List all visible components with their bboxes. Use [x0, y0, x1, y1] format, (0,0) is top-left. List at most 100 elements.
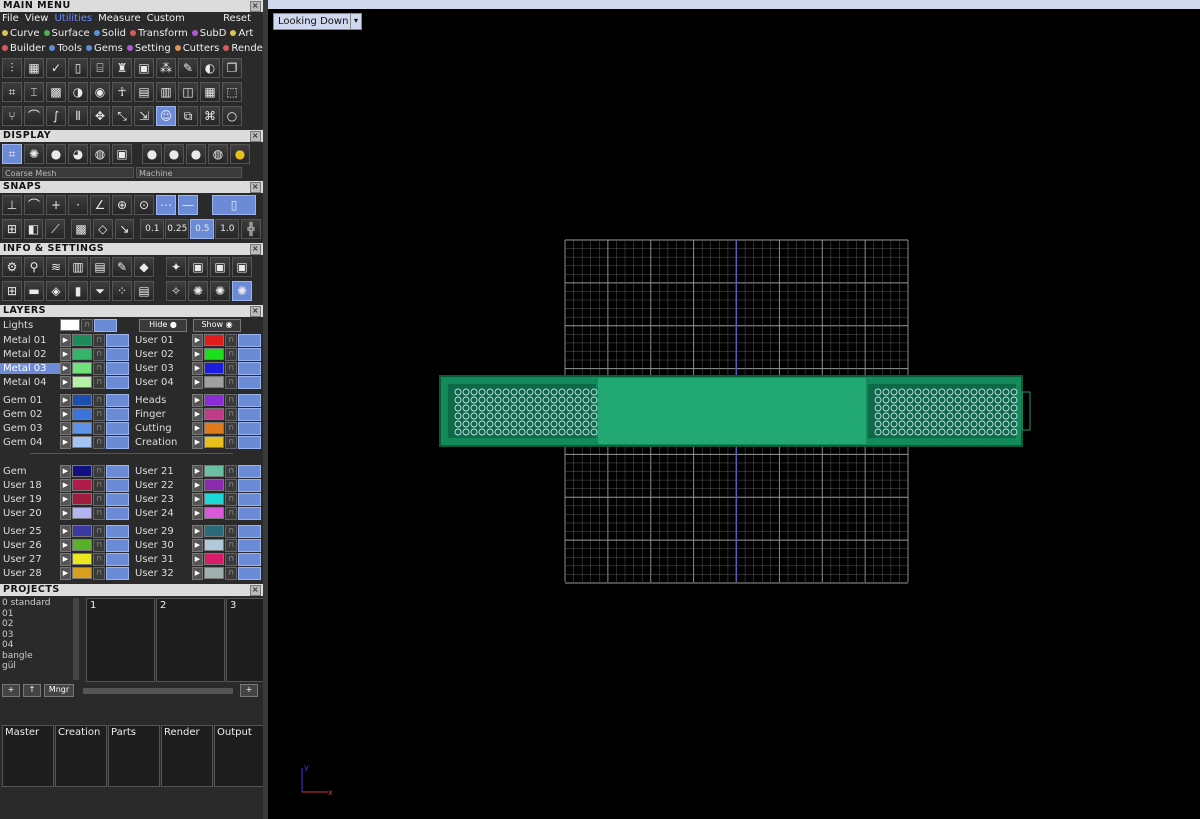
layer-color-swatch[interactable]	[72, 394, 92, 406]
layer-row[interactable]: User 32 ▶ ⊓	[132, 566, 262, 580]
expand-arrow-icon[interactable]: ▶	[60, 333, 71, 347]
layer-name[interactable]: Cutting	[132, 423, 192, 434]
layer-row[interactable]: User 03 ▶ ⊓	[132, 361, 262, 375]
menu-measure[interactable]: Measure	[98, 12, 141, 26]
light3-icon[interactable]: ✺	[232, 281, 252, 301]
layer-color-swatch[interactable]	[72, 525, 92, 537]
lights-visibility-button[interactable]	[94, 318, 117, 332]
module-row1-5[interactable]: Art	[230, 26, 253, 41]
layer-visibility-button[interactable]	[106, 421, 129, 435]
layer-row[interactable]: Metal 02 ▶ ⊓	[0, 347, 130, 361]
metal-ball-3-icon[interactable]: ●	[186, 144, 206, 164]
close-icon[interactable]: ×	[250, 585, 261, 596]
layer-visibility-button[interactable]	[238, 333, 261, 347]
lock-icon[interactable]: ⊓	[225, 375, 237, 389]
expand-arrow-icon[interactable]: ▶	[60, 407, 71, 421]
lock-icon[interactable]: ⊓	[93, 393, 105, 407]
layer-visibility-button[interactable]	[106, 492, 129, 506]
metal-ball-2-icon[interactable]: ●	[164, 144, 184, 164]
layer-color-swatch[interactable]	[204, 479, 224, 491]
layer-name[interactable]: Metal 01	[0, 335, 60, 346]
lock-icon[interactable]: ⊓	[93, 435, 105, 449]
hide-button[interactable]: Hide ●	[139, 318, 187, 332]
layer-visibility-button[interactable]	[238, 478, 261, 492]
layer-row[interactable]: User 26 ▶ ⊓	[0, 538, 130, 552]
gold-ball-icon[interactable]: ●	[230, 144, 250, 164]
layer-color-swatch[interactable]	[204, 567, 224, 579]
material-select[interactable]: Machine	[136, 167, 242, 178]
layer-row[interactable]: User 04 ▶ ⊓	[132, 375, 262, 389]
layer-row[interactable]: Gem 03 ▶ ⊓	[0, 421, 130, 435]
layer-name[interactable]: User 27	[0, 554, 60, 565]
tiles-icon[interactable]: ▦	[200, 82, 220, 102]
search-icon[interactable]: ⚲	[24, 257, 44, 277]
layer-color-swatch[interactable]	[204, 436, 224, 448]
close-icon[interactable]: ×	[250, 244, 261, 255]
lock-icon[interactable]: ⊓	[93, 538, 105, 552]
metal-ball-1-icon[interactable]: ●	[142, 144, 162, 164]
module-row2-3[interactable]: Setting	[126, 41, 171, 56]
expand-arrow-icon[interactable]: ▶	[60, 524, 71, 538]
project-card-1[interactable]: 1	[86, 598, 155, 682]
layer-visibility-button[interactable]	[106, 478, 129, 492]
panel-2[interactable]: Parts	[108, 725, 160, 787]
layer-visibility-button[interactable]	[238, 407, 261, 421]
layer-visibility-button[interactable]	[238, 524, 261, 538]
snap-axis-icon[interactable]: ↘	[114, 219, 135, 239]
snap-point-icon[interactable]: ·	[68, 195, 88, 215]
lock-icon[interactable]: ⊓	[225, 393, 237, 407]
note-icon[interactable]: ✎	[112, 257, 132, 277]
lock-icon[interactable]: ⊓	[93, 506, 105, 520]
crosshair-icon[interactable]: ╬	[241, 219, 262, 239]
lock-icon[interactable]: ⊓	[93, 333, 105, 347]
expand-arrow-icon[interactable]: ▶	[60, 375, 71, 389]
layer-row[interactable]: Cutting ▶ ⊓	[132, 421, 262, 435]
box-icon[interactable]: ⬚	[222, 82, 242, 102]
eye-icon[interactable]: ◉	[90, 82, 110, 102]
snap-end-icon[interactable]: ⊥	[2, 195, 22, 215]
add-card-button[interactable]: +	[240, 684, 258, 697]
layer-visibility-button[interactable]	[106, 524, 129, 538]
windows-icon[interactable]: ⊞	[2, 281, 22, 301]
layer-color-swatch[interactable]	[204, 553, 224, 565]
layer-color-swatch[interactable]	[204, 334, 224, 346]
layer-name[interactable]: User 04	[132, 377, 192, 388]
split-icon[interactable]: ⧉	[178, 106, 198, 126]
lock-icon[interactable]: ⊓	[225, 478, 237, 492]
lock-icon[interactable]: ⊓	[225, 566, 237, 580]
close-icon[interactable]: ×	[250, 1, 261, 12]
layer-name[interactable]: User 32	[132, 568, 192, 579]
layer-name[interactable]: Metal 03	[0, 362, 60, 374]
snap-curve-icon[interactable]: ⌒	[24, 195, 44, 215]
snap-circle-icon[interactable]: ⊕	[112, 195, 132, 215]
bounds-icon[interactable]: ⌗	[2, 82, 22, 102]
lock-icon[interactable]: ⊓	[93, 407, 105, 421]
glossy-sphere-icon[interactable]: ◕	[68, 144, 88, 164]
map-icon[interactable]: ▣	[112, 144, 132, 164]
lock-icon[interactable]: ⊓	[93, 566, 105, 580]
expand-arrow-icon[interactable]: ▶	[60, 478, 71, 492]
layer-row[interactable]: User 27 ▶ ⊓	[0, 552, 130, 566]
snap-value-1-0[interactable]: 1.0	[215, 219, 240, 239]
module-row2-2[interactable]: Gems	[86, 41, 123, 56]
layer-row[interactable]: User 23 ▶ ⊓	[132, 492, 262, 506]
layer-row[interactable]: Gem 04 ▶ ⊓	[0, 435, 130, 449]
manager-button[interactable]: Mngr	[44, 684, 74, 697]
lock-icon[interactable]: ⊓	[81, 318, 93, 332]
lock-icon[interactable]: ⊓	[93, 361, 105, 375]
light-icon[interactable]: ✺	[188, 281, 208, 301]
snap-cross-icon[interactable]: +	[46, 195, 66, 215]
layer-name[interactable]: Gem 03	[0, 423, 60, 434]
expand-arrow-icon[interactable]: ▶	[60, 492, 71, 506]
filter-icon[interactable]: ⏷	[90, 281, 110, 301]
layer-visibility-button[interactable]	[106, 435, 129, 449]
panel-4[interactable]: Output	[214, 725, 263, 787]
layer-name[interactable]: Creation	[132, 437, 192, 448]
lock-icon[interactable]: ⊓	[225, 552, 237, 566]
scatter-icon[interactable]: ⁘	[112, 281, 132, 301]
check-icon[interactable]: ✓	[46, 58, 66, 78]
camera-icon[interactable]: ▣	[188, 257, 208, 277]
copy-icon[interactable]: ❐	[222, 58, 242, 78]
lock-icon[interactable]: ⊓	[225, 421, 237, 435]
layer-visibility-button[interactable]	[238, 552, 261, 566]
